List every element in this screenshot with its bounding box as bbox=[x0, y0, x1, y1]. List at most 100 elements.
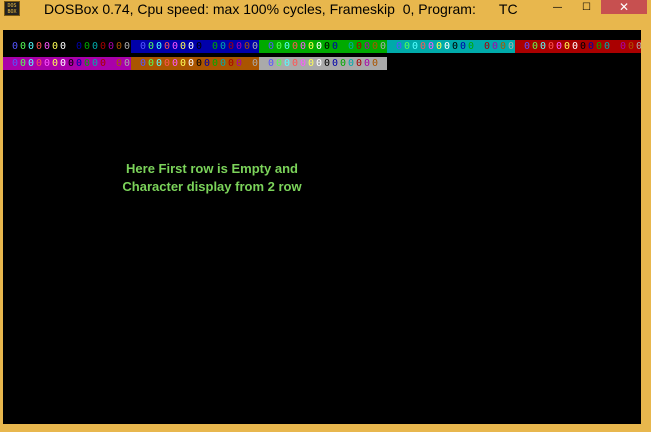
char-cell: 0 bbox=[227, 40, 235, 53]
char-cell: 0 bbox=[227, 57, 235, 70]
char-cell: 0 bbox=[443, 40, 451, 53]
char-cell: 0 bbox=[123, 40, 131, 53]
char-cell: 0 bbox=[619, 40, 627, 53]
char-cell: 0 bbox=[219, 57, 227, 70]
char-cell: 0 bbox=[11, 57, 19, 70]
char-cell: 0 bbox=[203, 40, 211, 53]
char-cell: 0 bbox=[83, 57, 91, 70]
char-cell: 0 bbox=[251, 40, 259, 53]
char-cell: 0 bbox=[99, 40, 107, 53]
char-cell: 0 bbox=[379, 57, 387, 70]
maximize-button[interactable]: ☐ bbox=[572, 0, 601, 14]
char-cell: 0 bbox=[539, 40, 547, 53]
message-line-1: Here First row is Empty and bbox=[126, 161, 298, 176]
char-cell: 0 bbox=[411, 40, 419, 53]
char-cell: 0 bbox=[419, 40, 427, 53]
char-cell bbox=[259, 57, 267, 70]
window-titlebar[interactable]: DOS BOX DOSBox 0.74, Cpu speed: max 100%… bbox=[0, 0, 651, 18]
char-cell: 0 bbox=[75, 57, 83, 70]
char-cell: 0 bbox=[331, 57, 339, 70]
char-cell: 0 bbox=[579, 40, 587, 53]
char-cell: 0 bbox=[59, 40, 67, 53]
char-cell bbox=[131, 40, 139, 53]
char-cell: 0 bbox=[211, 40, 219, 53]
char-cell: 0 bbox=[43, 57, 51, 70]
char-cell: 0 bbox=[107, 57, 115, 70]
char-cell: 0 bbox=[371, 40, 379, 53]
char-cell: 0 bbox=[571, 40, 579, 53]
char-cell: 0 bbox=[139, 57, 147, 70]
close-button[interactable]: ✕ bbox=[601, 0, 647, 14]
char-cell: 0 bbox=[283, 57, 291, 70]
char-cell: 0 bbox=[179, 40, 187, 53]
char-cell: 0 bbox=[627, 40, 635, 53]
char-cell: 0 bbox=[363, 40, 371, 53]
char-cell: 0 bbox=[587, 40, 595, 53]
char-cell: 0 bbox=[371, 57, 379, 70]
char-cell: 0 bbox=[435, 40, 443, 53]
char-cell: 0 bbox=[195, 57, 203, 70]
message-line-2: Character display from 2 row bbox=[122, 179, 302, 194]
char-cell: 0 bbox=[171, 57, 179, 70]
char-cell: 0 bbox=[315, 40, 323, 53]
char-cell: 0 bbox=[75, 40, 83, 53]
char-cell: 0 bbox=[315, 57, 323, 70]
char-cell: 0 bbox=[27, 57, 35, 70]
char-cell: 0 bbox=[211, 57, 219, 70]
char-cell: 0 bbox=[139, 40, 147, 53]
char-cell: 0 bbox=[235, 57, 243, 70]
minimize-button[interactable]: — bbox=[543, 0, 572, 14]
screen-message: Here First row is Empty and Character di… bbox=[103, 160, 321, 196]
char-cell: 0 bbox=[307, 40, 315, 53]
char-cell: 0 bbox=[339, 40, 347, 53]
char-cell bbox=[3, 57, 11, 70]
char-cell bbox=[259, 40, 267, 53]
char-cell: 0 bbox=[203, 57, 211, 70]
char-cell bbox=[3, 40, 11, 53]
char-cell: 0 bbox=[11, 40, 19, 53]
dos-screen[interactable]: 000000000000000 000000000000000 00000000… bbox=[3, 30, 641, 424]
char-cell: 0 bbox=[91, 57, 99, 70]
char-cell: 0 bbox=[123, 57, 131, 70]
char-cell: 0 bbox=[563, 40, 571, 53]
char-cell: 0 bbox=[19, 57, 27, 70]
char-cell: 0 bbox=[499, 40, 507, 53]
char-cell: 0 bbox=[611, 40, 619, 53]
char-cell: 0 bbox=[339, 57, 347, 70]
char-cell: 0 bbox=[107, 40, 115, 53]
char-cell: 0 bbox=[507, 40, 515, 53]
char-cell: 0 bbox=[147, 57, 155, 70]
text-row-1: 000000000000000 000000000000000 00000000… bbox=[3, 40, 641, 53]
char-cell: 0 bbox=[147, 40, 155, 53]
char-cell: 0 bbox=[91, 40, 99, 53]
char-cell: 0 bbox=[27, 40, 35, 53]
char-cell: 0 bbox=[603, 40, 611, 53]
char-cell: 0 bbox=[395, 40, 403, 53]
char-cell: 0 bbox=[547, 40, 555, 53]
char-cell: 0 bbox=[163, 57, 171, 70]
char-cell: 0 bbox=[59, 57, 67, 70]
char-cell: 0 bbox=[115, 40, 123, 53]
char-cell: 0 bbox=[379, 40, 387, 53]
char-cell: 0 bbox=[291, 57, 299, 70]
char-cell: 0 bbox=[299, 40, 307, 53]
char-cell: 0 bbox=[155, 40, 163, 53]
char-cell: 0 bbox=[467, 40, 475, 53]
char-cell: 0 bbox=[171, 40, 179, 53]
char-cell: 0 bbox=[299, 57, 307, 70]
char-cell: 0 bbox=[267, 57, 275, 70]
char-cell: 0 bbox=[43, 40, 51, 53]
char-cell: 0 bbox=[427, 40, 435, 53]
char-cell: 0 bbox=[275, 57, 283, 70]
char-cell: 0 bbox=[83, 40, 91, 53]
char-cell: 0 bbox=[187, 40, 195, 53]
char-cell: 0 bbox=[491, 40, 499, 53]
char-cell: 0 bbox=[347, 57, 355, 70]
char-cell: 0 bbox=[475, 40, 483, 53]
char-cell: 0 bbox=[187, 57, 195, 70]
char-cell: 0 bbox=[531, 40, 539, 53]
char-cell: 0 bbox=[51, 40, 59, 53]
char-cell: 0 bbox=[251, 57, 259, 70]
char-cell: 0 bbox=[451, 40, 459, 53]
dosbox-icon[interactable]: DOS BOX bbox=[4, 1, 20, 16]
